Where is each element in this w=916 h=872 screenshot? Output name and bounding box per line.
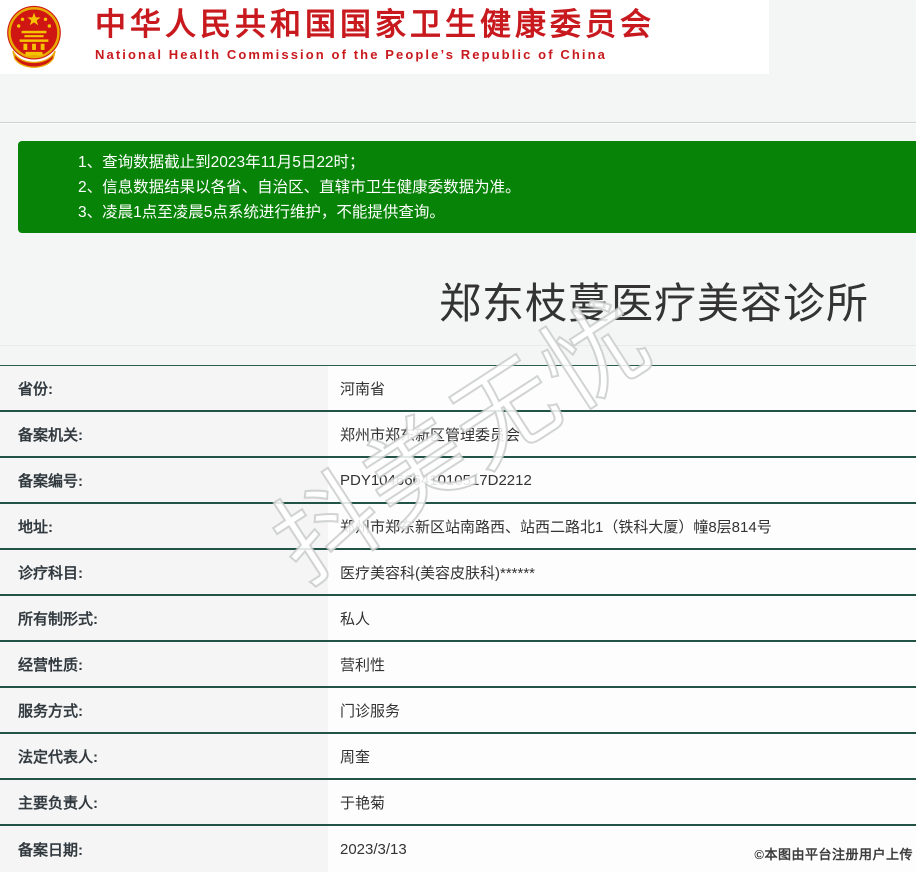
header-divider <box>0 122 916 123</box>
row-label: 省份: <box>0 366 328 410</box>
table-row: 诊疗科目: 医疗美容科(美容皮肤科)****** <box>0 550 916 596</box>
table-row: 省份: 河南省 <box>0 366 916 412</box>
site-title-chinese: 中华人民共和国国家卫生健康委员会 <box>95 7 655 42</box>
row-value: PDY10466641010517D2212 <box>328 458 916 502</box>
row-label: 服务方式: <box>0 688 328 732</box>
row-value: 郑州市郑东新区管理委员会 <box>328 412 916 456</box>
clinic-name-title: 郑东枝蔓医疗美容诊所 <box>438 280 869 327</box>
notice-line-2: 2、信息数据结果以各省、自治区、直辖市卫生健康委数据为准。 <box>78 179 521 196</box>
row-label: 备案机关: <box>0 412 328 456</box>
row-value: 门诊服务 <box>328 688 916 732</box>
row-value: 医疗美容科(美容皮肤科)****** <box>328 550 916 594</box>
header-titles: 中华人民共和国国家卫生健康委员会 National Health Commiss… <box>95 6 655 62</box>
row-value: 营利性 <box>328 642 916 686</box>
table-row: 法定代表人: 周奎 <box>0 734 916 780</box>
notice-box: 1、查询数据截止到2023年11月5日22时； 2、信息数据结果以各省、自治区、… <box>18 141 916 233</box>
table-row: 备案编号: PDY10466641010517D2212 <box>0 458 916 504</box>
row-label: 法定代表人: <box>0 734 328 778</box>
row-label: 地址: <box>0 504 328 548</box>
row-value: 郑州市郑东新区站南路西、站西二路北1（铁科大厦）幢8层814号 <box>328 504 916 548</box>
row-value: 于艳菊 <box>328 780 916 824</box>
row-label: 备案编号: <box>0 458 328 502</box>
site-title-english: National Health Commission of the People… <box>95 47 607 62</box>
row-label: 主要负责人: <box>0 780 328 824</box>
table-row: 所有制形式: 私人 <box>0 596 916 642</box>
site-header: 中华人民共和国国家卫生健康委员会 National Health Commiss… <box>0 0 769 74</box>
row-value: 河南省 <box>328 366 916 410</box>
prc-national-emblem-icon <box>7 5 61 68</box>
row-label: 所有制形式: <box>0 596 328 640</box>
upload-attribution-caption: ©本图由平台注册用户上传 <box>754 847 913 862</box>
table-row: 地址: 郑州市郑东新区站南路西、站西二路北1（铁科大厦）幢8层814号 <box>0 504 916 550</box>
row-label: 备案日期: <box>0 826 328 872</box>
table-row: 备案机关: 郑州市郑东新区管理委员会 <box>0 412 916 458</box>
row-label: 经营性质: <box>0 642 328 686</box>
table-row: 主要负责人: 于艳菊 <box>0 780 916 826</box>
notice-line-1: 1、查询数据截止到2023年11月5日22时； <box>78 154 365 171</box>
row-value: 周奎 <box>328 734 916 778</box>
notice-line-3: 3、凌晨1点至凌晨5点系统进行维护，不能提供查询。 <box>78 204 445 221</box>
row-value: 私人 <box>328 596 916 640</box>
clinic-detail-table: 省份: 河南省 备案机关: 郑州市郑东新区管理委员会 备案编号: PDY104666410… <box>0 365 916 872</box>
table-row: 服务方式: 门诊服务 <box>0 688 916 734</box>
title-divider <box>0 345 916 346</box>
row-label: 诊疗科目: <box>0 550 328 594</box>
table-row: 经营性质: 营利性 <box>0 642 916 688</box>
